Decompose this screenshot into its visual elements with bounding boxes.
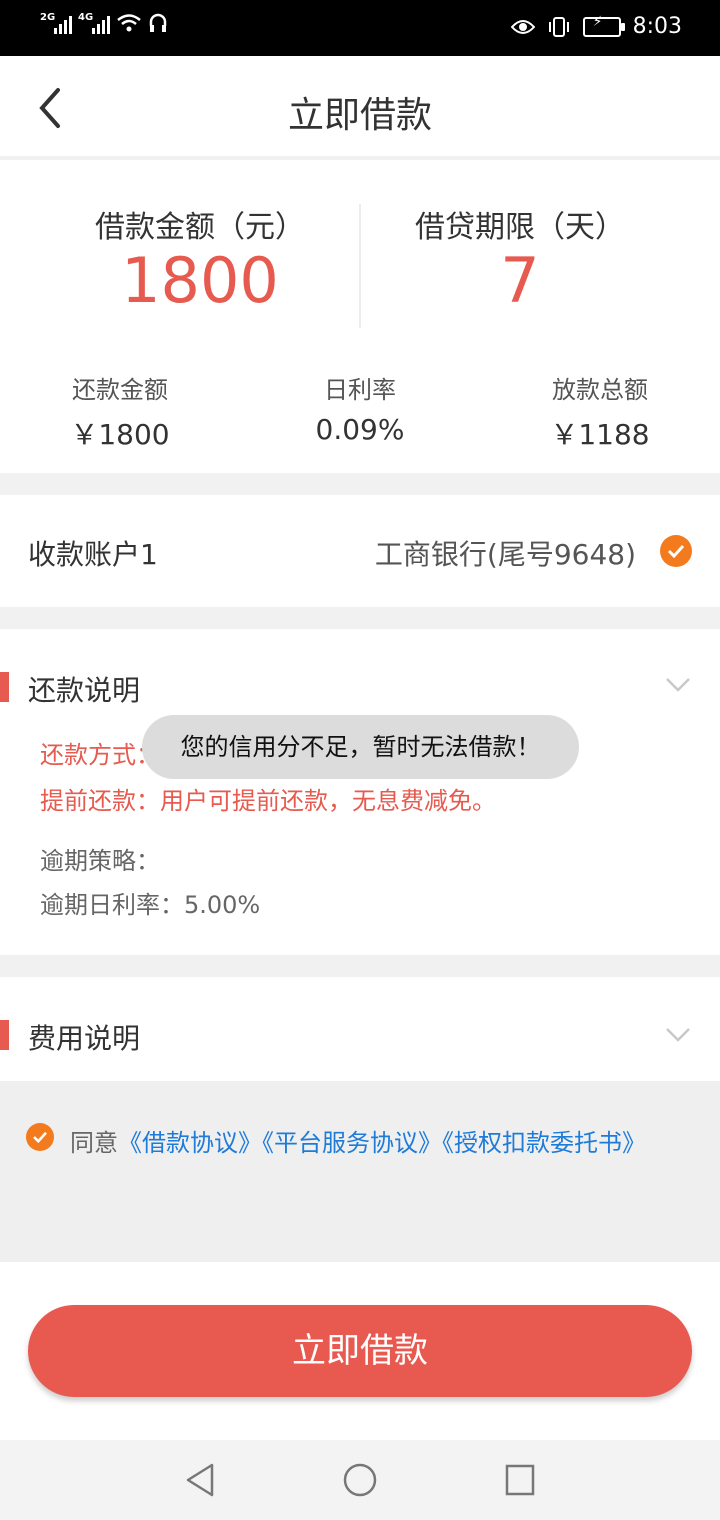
vibrate-icon — [548, 16, 569, 37]
wifi-icon — [117, 14, 141, 32]
loan-term-value: 7 — [500, 244, 540, 317]
loan-summary: 借款金额（元） 1800 借贷期限（天） 7 还款金额 ￥1800 日利率 0.… — [0, 160, 720, 473]
nav-back-icon[interactable] — [184, 1462, 216, 1498]
nav-recents-icon[interactable] — [504, 1462, 536, 1498]
repayment-notes-header[interactable]: 还款说明 — [0, 629, 720, 707]
agree-prefix: 同意 — [70, 1129, 118, 1157]
loan-amount-caption: 借款金额（元） — [95, 210, 305, 245]
repayment-notes-title: 还款说明 — [28, 674, 141, 707]
early-repay: 提前还款：用户可提前还款，无息费减免。 — [40, 787, 496, 815]
status-indicators: 2G 4G — [40, 12, 168, 34]
repay-amount-value: ￥1800 — [70, 418, 170, 451]
status-right: ⚡ 8:03 — [510, 14, 682, 39]
repay-amount: 还款金额 ￥1800 — [0, 370, 240, 453]
disburse-total: 放款总额 ￥1188 — [480, 370, 720, 453]
network-type-2: 4G — [78, 12, 94, 23]
disburse-total-value: ￥1188 — [550, 418, 650, 451]
fee-notes-section[interactable]: 费用说明 — [0, 977, 720, 1081]
daily-rate-value: 0.09% — [315, 413, 405, 446]
chevron-down-icon[interactable] — [664, 1025, 692, 1045]
clock: 8:03 — [632, 14, 682, 39]
daily-rate: 日利率 0.09% — [240, 370, 480, 446]
overdue-policy: 逾期策略： — [40, 847, 160, 875]
receiving-account-row[interactable]: 收款账户1 工商银行(尾号9648) — [0, 495, 720, 607]
toast-message: 您的信用分不足，暂时无法借款！ — [142, 715, 579, 779]
daily-rate-label: 日利率 — [324, 376, 396, 404]
nav-home-icon[interactable] — [342, 1462, 378, 1498]
signal-icon-2: 4G — [78, 12, 110, 34]
cta-area: 立即借款 — [0, 1262, 720, 1440]
system-nav-bar — [0, 1440, 720, 1520]
disburse-total-label: 放款总额 — [552, 376, 648, 404]
section-marker — [0, 672, 9, 702]
repayment-notes-section: 还款说明 还款方式： 提前还款：用户可提前还款，无息费减免。 逾期策略： 逾期日… — [0, 629, 720, 955]
headset-icon — [149, 13, 167, 32]
debit-authorization-link[interactable]: 《授权扣款委托书》 — [442, 1129, 646, 1157]
agree-check-icon[interactable] — [26, 1123, 54, 1151]
section-marker — [0, 1020, 9, 1050]
status-bar: 2G 4G ⚡ 8:03 — [0, 0, 720, 56]
loan-term-caption: 借贷期限（天） — [415, 210, 625, 245]
loan-agreement-link[interactable]: 《借款协议》 — [118, 1129, 262, 1157]
repay-amount-label: 还款金额 — [72, 376, 168, 404]
check-icon[interactable] — [660, 535, 692, 567]
receiving-account-label: 收款账户1 — [28, 538, 158, 571]
service-agreement-link[interactable]: 《平台服务协议》 — [262, 1129, 442, 1157]
agreement-area: 同意《借款协议》《平台服务协议》《授权扣款委托书》 — [0, 1081, 720, 1262]
network-type-1: 2G — [40, 12, 56, 23]
overdue-rate: 逾期日利率：5.00% — [40, 891, 261, 919]
chevron-down-icon[interactable] — [664, 675, 692, 695]
eye-icon — [510, 19, 535, 34]
battery-icon: ⚡ — [582, 14, 625, 37]
header: 立即借款 — [0, 56, 720, 160]
page-title: 立即借款 — [287, 95, 432, 136]
loan-amount-value: 1800 — [121, 244, 279, 317]
signal-icon: 2G — [40, 12, 72, 34]
borrow-now-button[interactable]: 立即借款 — [28, 1305, 692, 1397]
receiving-account-value: 工商银行(尾号9648) — [374, 538, 636, 571]
agreement-text: 同意《借款协议》《平台服务协议》《授权扣款委托书》 — [70, 1123, 646, 1158]
fee-notes-title: 费用说明 — [28, 1022, 141, 1055]
